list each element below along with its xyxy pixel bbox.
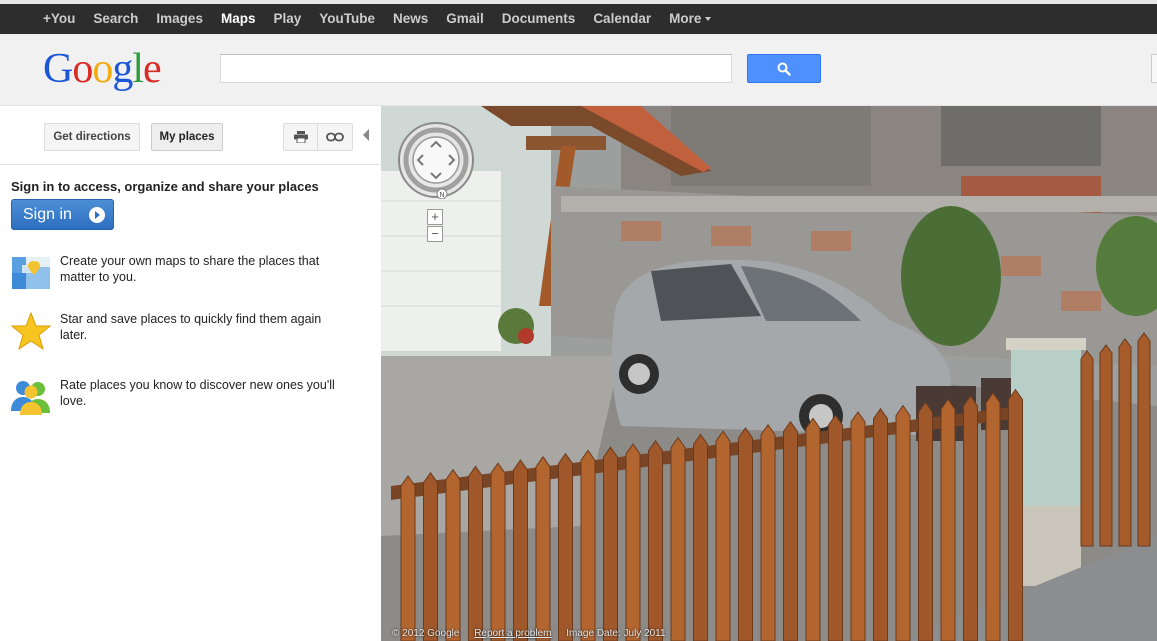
logo-letter: o [72,46,93,92]
fence-picket [940,398,956,641]
header-right-control[interactable] [1151,54,1157,83]
nav-more[interactable]: More [660,4,720,34]
fence-picket [693,433,708,641]
fence-picket [625,443,641,641]
star-icon [10,311,52,351]
fence-picket [1099,344,1113,547]
sign-in-button[interactable]: Sign in [11,199,114,230]
print-icon [293,131,308,143]
my-places-button[interactable]: My places [151,123,223,151]
fence-picket [805,417,821,641]
nav-search[interactable]: Search [84,4,147,34]
street-view-footer: © 2012 Google Report a problem Image Dat… [392,628,678,639]
fence-picket [490,462,506,641]
feature-text: Create your own maps to share the places… [60,254,320,284]
nav-play[interactable]: Play [264,4,310,34]
fence-picket [670,436,686,641]
fence-picket [760,423,776,641]
logo-letter: o [92,46,113,92]
fence-picket [850,411,866,641]
fence-layer [391,332,1151,641]
fence-picket [1137,332,1151,547]
nav-maps[interactable]: Maps [212,4,265,34]
feature-text: Rate places you know to discover new one… [60,378,335,408]
map-puzzle-icon [12,257,50,289]
logo-letter: e [143,46,162,92]
fence-picket [648,439,663,641]
link-button[interactable] [317,123,353,151]
signin-heading: Sign in to access, organize and share yo… [11,179,319,194]
fence-picket [1080,350,1094,547]
fence-picket [513,459,528,641]
collapse-panel-icon[interactable] [363,129,369,141]
fence-picket [1008,388,1023,641]
get-directions-button[interactable]: Get directions [44,123,140,151]
google-logo[interactable]: Google [43,44,162,94]
copyright-text: © 2012 Google [392,628,460,639]
top-nav-links: +You Search Images Maps Play YouTube New… [34,4,720,34]
nav-images[interactable]: Images [147,4,212,34]
panel-toolbar: Get directions My places [0,107,381,165]
print-button[interactable] [283,123,318,151]
fence-picket [1118,338,1132,547]
link-icon [326,132,344,142]
search-button[interactable] [747,54,821,83]
fence-picket [423,471,438,641]
fence-picket [895,404,911,641]
header: Google [0,34,1157,106]
fence-picket [445,468,461,641]
caret-down-icon [705,17,712,22]
zoom-in-button[interactable]: + [427,209,443,225]
fence-picket [918,401,933,641]
street-view-panorama[interactable]: N + − © 2012 Google Report a problem Ima… [381,106,1157,641]
image-date-text: Image Date: July 2011 [566,628,666,639]
feature-rate-places: Rate places you know to discover new one… [10,377,350,417]
logo-letter: l [132,46,144,92]
compass-icon: N [398,122,474,200]
nav-plus-you[interactable]: +You [34,4,84,34]
fence-picket [985,391,1001,641]
fence-picket [580,449,596,641]
left-panel: Get directions My places Sign in to acce… [0,107,381,641]
nav-news[interactable]: News [384,4,437,34]
nav-more-label: More [669,11,702,26]
fence-picket [468,465,483,641]
sign-in-label: Sign in [23,205,72,223]
fence-picket [738,427,753,641]
fence-picket [603,446,618,641]
search-icon [777,62,791,76]
nav-gmail[interactable]: Gmail [437,4,493,34]
report-problem-link[interactable]: Report a problem [474,628,551,639]
fence-picket [715,430,731,641]
fence-picket [535,455,551,641]
feature-create-maps: Create your own maps to share the places… [10,253,350,293]
fence-picket [963,395,978,641]
nav-calendar[interactable]: Calendar [584,4,660,34]
people-icon [11,381,50,415]
nav-documents[interactable]: Documents [493,4,585,34]
feature-text: Star and save places to quickly find the… [60,312,322,342]
logo-letter: G [43,46,73,92]
arrow-right-icon [89,207,105,223]
logo-letter: g [112,46,133,92]
fence-picket [558,452,573,641]
compass-north-label: N [439,192,444,199]
navigation-compass-control[interactable]: N [397,121,475,200]
nav-youtube[interactable]: YouTube [310,4,384,34]
fence-picket [873,407,888,641]
search-input[interactable] [220,54,732,83]
top-navigation-bar: +You Search Images Maps Play YouTube New… [0,0,1157,34]
zoom-out-button[interactable]: − [427,226,443,242]
fence-picket [828,414,843,641]
fence-picket [783,420,798,641]
feature-star-places: Star and save places to quickly find the… [10,311,350,351]
fence-picket [400,475,416,641]
